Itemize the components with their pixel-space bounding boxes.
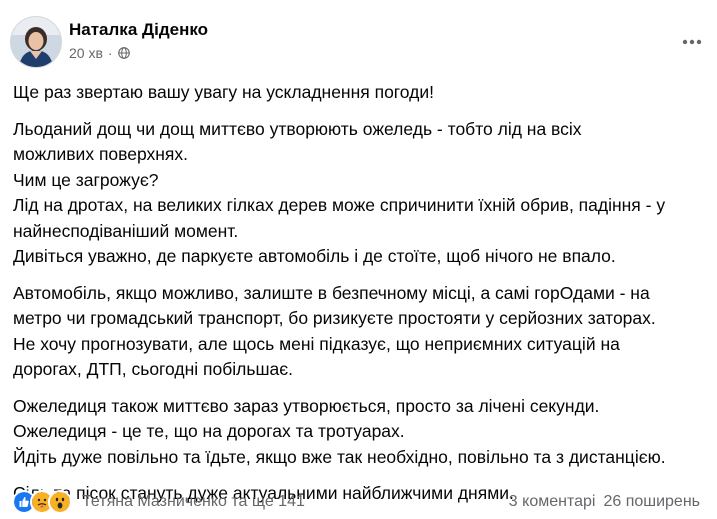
text-line: Чим це загрожує? bbox=[13, 169, 159, 190]
text-line: можливих поверхнях. bbox=[13, 144, 189, 164]
text-line: Льоданий дощ чи дощ миттєво утворюють ож… bbox=[13, 118, 582, 139]
shares-count[interactable]: 26 поширень bbox=[603, 493, 700, 511]
more-horizontal-icon bbox=[682, 39, 702, 45]
reactors-summary[interactable]: Тетяна Мазниченко та ще 141 bbox=[82, 493, 305, 511]
text-line: Дивіться уважно, де паркуєте автомобіль … bbox=[13, 246, 616, 266]
text-line: Ожеледиця також миттєво зараз утворюєтьс… bbox=[13, 395, 600, 416]
text-line: Лід на дротах, на великих гілках дерев м… bbox=[13, 195, 666, 215]
avatar[interactable] bbox=[10, 16, 62, 68]
text-line: метро чи громадський транспорт, бо ризик… bbox=[13, 308, 656, 328]
engagement-counts: 3 коментарі 26 поширень bbox=[509, 493, 700, 511]
text-line: Не хочу прогнозувати, але щось мені підк… bbox=[13, 333, 620, 354]
text-line: Йдіть дуже повільно та їдьте, якщо вже т… bbox=[13, 446, 666, 467]
author-name[interactable]: Наталка Діденко bbox=[69, 20, 208, 40]
post-time[interactable]: 20 хв bbox=[69, 45, 103, 61]
paragraph-1: Ще раз звертаю вашу увагу на ускладнення… bbox=[13, 80, 713, 106]
text-line: найнесподіванiший момент. bbox=[13, 220, 239, 241]
globe-icon[interactable] bbox=[117, 47, 130, 59]
text-line: Автомобіль, якщо можливо, залиште в безп… bbox=[13, 282, 650, 303]
text-line: Ще раз звертаю вашу увагу на ускладнення… bbox=[13, 82, 434, 102]
comments-count[interactable]: 3 коментарі bbox=[509, 493, 596, 511]
text-line: дорогах, ДТП, сьогодні побільшає. bbox=[13, 359, 294, 379]
paragraph-2: Льоданий дощ чи дощ миттєво утворюють ож… bbox=[13, 117, 713, 270]
paragraph-3: Автомобіль, якщо можливо, залиште в безп… bbox=[13, 281, 713, 383]
separator-dot: · bbox=[107, 45, 113, 61]
post-meta: 20 хв · bbox=[69, 45, 130, 61]
reaction-icons[interactable] bbox=[12, 490, 72, 514]
wow-icon bbox=[48, 490, 72, 514]
post-footer: Тетяна Мазниченко та ще 141 3 коментарі … bbox=[12, 489, 712, 515]
more-options-button[interactable] bbox=[674, 24, 710, 60]
post-text: Ще раз звертаю вашу увагу на ускладнення… bbox=[13, 80, 713, 518]
text-line: Ожеледиця - це те, що на дорогах та трот… bbox=[13, 421, 405, 441]
post-header: Наталка Діденко 20 хв · bbox=[10, 16, 710, 68]
avatar-photo bbox=[11, 17, 61, 67]
paragraph-4: Ожеледиця також миттєво зараз утворюєтьс… bbox=[13, 394, 713, 471]
